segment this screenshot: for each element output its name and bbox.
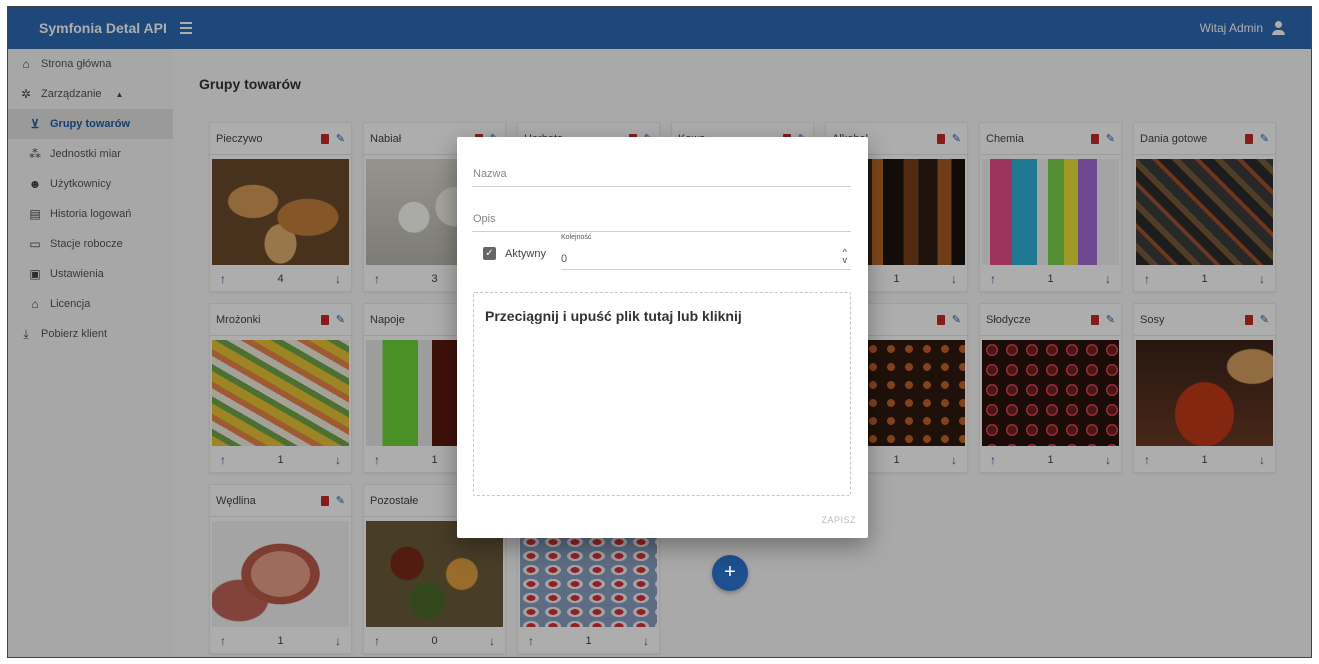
dropzone-text: Przeciągnij i upuść plik tutaj lub klikn…: [485, 308, 742, 324]
name-input[interactable]: [472, 168, 851, 186]
add-group-button[interactable]: +: [712, 555, 748, 591]
order-field[interactable]: Kolejność 0 ^ v: [561, 234, 851, 270]
order-label: Kolejność: [561, 234, 592, 241]
save-button[interactable]: ZAPISZ: [821, 515, 856, 525]
add-group-dialog: ✓ Aktywny Kolejność 0 ^v Przeciągnij i u…: [457, 137, 868, 538]
description-input[interactable]: [472, 213, 851, 231]
order-value[interactable]: 0: [561, 253, 567, 265]
file-dropzone[interactable]: Przeciągnij i upuść plik tutaj lub klikn…: [473, 292, 851, 496]
active-checkbox-row[interactable]: ✓ Aktywny: [483, 247, 546, 260]
spinner-icon[interactable]: ^ v: [843, 248, 848, 265]
active-checkbox[interactable]: ✓: [483, 247, 496, 260]
description-field[interactable]: [472, 209, 851, 232]
active-label: Aktywny: [505, 247, 546, 260]
name-field[interactable]: [472, 164, 851, 187]
app-window: Symfonia Detal API Witaj Admin ⌂ Strona …: [7, 6, 1312, 658]
